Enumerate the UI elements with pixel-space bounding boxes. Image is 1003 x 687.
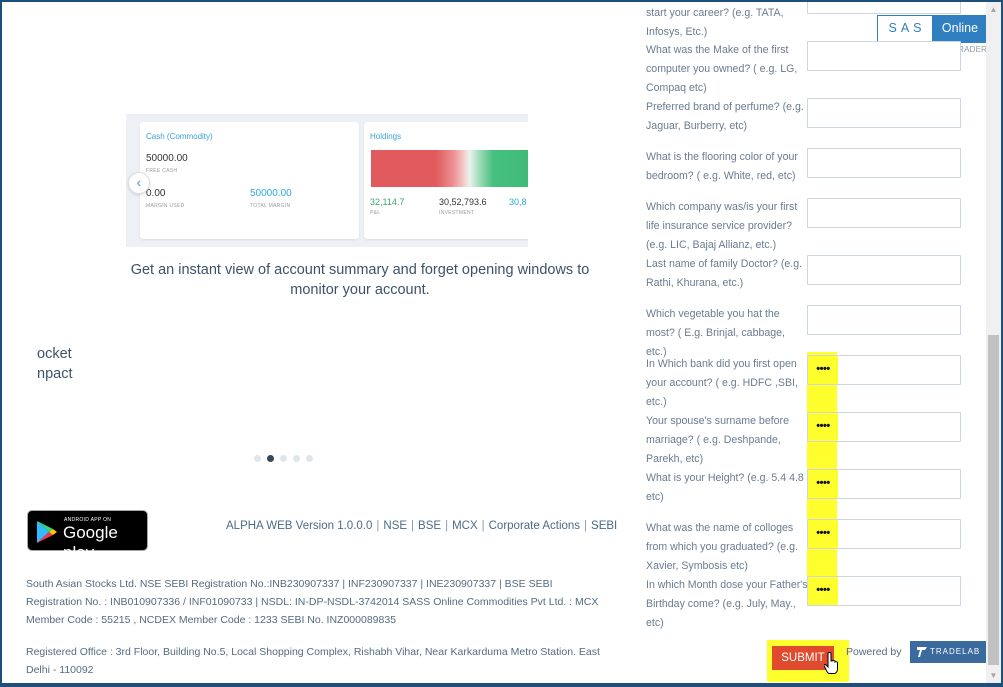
question-label: Which company was/is your first life ins… bbox=[646, 201, 798, 251]
question-label: What is your Height? (e.g. 5.4 4.8 etc) bbox=[646, 472, 804, 503]
masked-value: •••• bbox=[808, 413, 838, 441]
question-label: What is the flooring color of your bedro… bbox=[646, 151, 798, 182]
password-answer-input[interactable]: •••• bbox=[807, 355, 961, 385]
scrollbar-thumb[interactable] bbox=[988, 335, 999, 665]
password-answer-input[interactable]: •••• bbox=[807, 412, 961, 442]
question-label: Last name of family Doctor? (e.g. Rathi,… bbox=[646, 258, 803, 289]
cash-card-title: Cash (Commodity) bbox=[146, 132, 213, 141]
investment-label: INVESTMENT bbox=[439, 210, 475, 216]
slide-screenshot: Cash (Commodity) 50000.00 FREE CASH 0.00… bbox=[126, 114, 528, 247]
security-questions-form: SAS Online BY TRADERS FOR TRADERS start … bbox=[640, 0, 992, 687]
slide-caption: Get an instant view of account summary a… bbox=[130, 262, 590, 298]
password-answer-input[interactable]: •••• bbox=[807, 469, 961, 499]
answer-input[interactable] bbox=[807, 41, 961, 71]
google-play-badge[interactable]: ANDROID APP ON Google play bbox=[27, 510, 148, 562]
slider-dot[interactable] bbox=[293, 455, 300, 462]
sebi-link[interactable]: SEBI bbox=[591, 520, 617, 532]
holdings-heatmap bbox=[371, 150, 528, 187]
tradelab-icon bbox=[917, 647, 927, 657]
slider-dot[interactable] bbox=[280, 455, 287, 462]
registration-text: South Asian Stocks Ltd. NSE SEBI Registr… bbox=[26, 578, 599, 626]
slider-dot-active[interactable] bbox=[267, 455, 274, 462]
holdings-title: Holdings bbox=[370, 132, 402, 141]
question-label: Which vegetable you hat the most? ( E.g.… bbox=[646, 308, 785, 358]
password-answer-input[interactable]: •••• bbox=[807, 519, 961, 549]
google-play-text: Google play bbox=[63, 523, 118, 562]
pnl-label: P&L bbox=[370, 210, 381, 216]
answer-input[interactable] bbox=[807, 148, 961, 178]
question-label: What was the Make of the first computer … bbox=[646, 44, 798, 94]
powered-by-text: Powered by bbox=[846, 646, 902, 658]
answer-input[interactable] bbox=[807, 198, 961, 228]
answer-input[interactable] bbox=[807, 255, 961, 285]
slider-dot[interactable] bbox=[306, 455, 313, 462]
slide-text-fragment: npact bbox=[37, 366, 73, 382]
total-margin-label: TOTAL MARGIN bbox=[250, 203, 291, 209]
feature-slider-panel: Cash (Commodity) 50000.00 FREE CASH 0.00… bbox=[0, 0, 640, 687]
margin-used-value: 0.00 bbox=[146, 188, 166, 199]
vertical-scrollbar[interactable]: ▲ ▼ bbox=[986, 2, 1001, 683]
masked-value: •••• bbox=[808, 577, 838, 605]
masked-value: •••• bbox=[808, 470, 838, 498]
tradelab-text: TRADELAB bbox=[930, 647, 981, 656]
tradelab-logo: TRADELAB bbox=[910, 641, 990, 663]
answer-input[interactable] bbox=[807, 305, 961, 335]
answer-input[interactable] bbox=[807, 98, 961, 128]
question-label: What was the name of colloges from which… bbox=[646, 522, 798, 572]
question-label: Your spouse's surname before marriage? (… bbox=[646, 415, 789, 465]
corporate-actions-link[interactable]: Corporate Actions bbox=[489, 520, 580, 532]
scroll-down-arrow-icon[interactable]: ▼ bbox=[986, 668, 1001, 683]
google-play-icon bbox=[37, 521, 57, 543]
question-label: start your career? (e.g. TATA, Infosys, … bbox=[646, 7, 784, 38]
answer-input[interactable] bbox=[807, 0, 961, 14]
question-label: In which Month dose your Father's Birthd… bbox=[646, 579, 808, 629]
masked-value: •••• bbox=[808, 520, 838, 548]
free-cash-label: FREE CASH bbox=[146, 168, 178, 174]
password-answer-input[interactable]: •••• bbox=[807, 576, 961, 606]
hand-cursor-icon bbox=[824, 652, 838, 674]
cash-card: Cash (Commodity) 50000.00 FREE CASH 0.00… bbox=[140, 122, 359, 239]
question-label: In Which bank did you first open your ac… bbox=[646, 358, 798, 408]
registered-office-text: Registered Office : 3rd Floor, Building … bbox=[26, 646, 600, 676]
mcx-link[interactable]: MCX bbox=[452, 520, 478, 532]
slider-prev-button[interactable]: ‹ bbox=[128, 172, 150, 194]
investment-value: 30,52,793.6 bbox=[439, 197, 487, 207]
total-margin-value: 50000.00 bbox=[250, 188, 292, 199]
chevron-left-icon: ‹ bbox=[136, 174, 142, 190]
holdings-card: Holdings 32,114.7 P&L 30,52,793.6 INVEST… bbox=[364, 122, 528, 239]
slider-dot[interactable] bbox=[254, 455, 261, 462]
version-link[interactable]: ALPHA WEB Version 1.0.0.0 bbox=[226, 520, 372, 532]
masked-value: •••• bbox=[808, 356, 838, 384]
margin-used-label: MARGIN USED bbox=[146, 203, 185, 209]
slider-dots bbox=[254, 455, 313, 462]
logo-sas: SAS bbox=[888, 21, 926, 35]
logo-online: Online bbox=[932, 16, 988, 42]
scroll-up-arrow-icon[interactable]: ▲ bbox=[986, 2, 1001, 17]
slide-text-fragment: ocket bbox=[37, 346, 72, 362]
current-value: 30,8 bbox=[509, 197, 527, 207]
pnl-value: 32,114.7 bbox=[370, 197, 405, 207]
bse-link[interactable]: BSE bbox=[418, 520, 441, 532]
nse-link[interactable]: NSE bbox=[383, 520, 407, 532]
cash-value: 50000.00 bbox=[146, 153, 188, 164]
footer-links: ALPHA WEB Version 1.0.0.0 | NSE | BSE | MCX | Co… bbox=[226, 520, 618, 532]
question-label: Preferred brand of perfume? (e.g. Jaguar… bbox=[646, 101, 804, 132]
